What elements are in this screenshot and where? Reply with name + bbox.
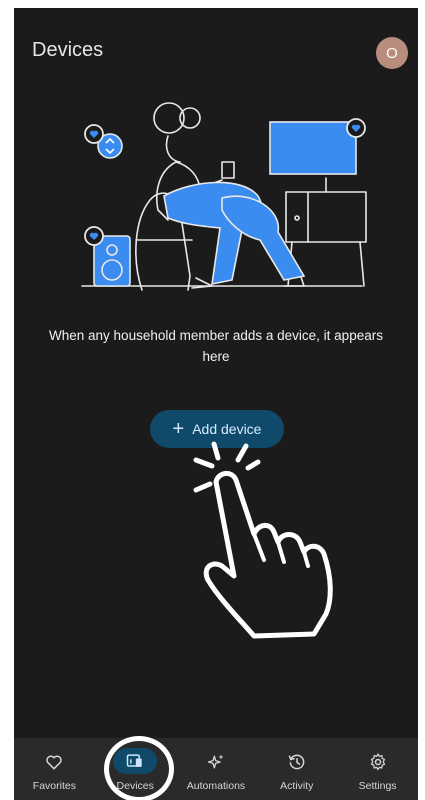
add-device-button[interactable]: + Add device [150, 410, 284, 448]
nav-label: Activity [280, 780, 314, 792]
nav-label: Favorites [32, 780, 76, 792]
nav-item-settings[interactable]: Settings [337, 738, 418, 800]
plus-icon: + [172, 418, 185, 440]
bottom-navigation: Favorites Devices Automations Activity S… [14, 738, 418, 800]
nav-label: Devices [116, 780, 154, 792]
history-icon [288, 754, 305, 770]
nav-item-activity[interactable]: Activity [256, 738, 337, 800]
nav-label: Settings [358, 780, 397, 792]
gear-icon [370, 753, 385, 771]
avatar[interactable]: O [376, 37, 408, 69]
heart-icon [46, 755, 63, 770]
empty-state-illustration [81, 102, 367, 291]
nav-item-devices[interactable]: Devices [95, 738, 176, 800]
nav-item-automations[interactable]: Automations [176, 738, 257, 800]
app-screen: Devices O When any household member adds… [14, 8, 418, 800]
active-indicator [113, 748, 158, 774]
add-device-label: Add device [192, 421, 262, 437]
nav-label: Automations [186, 780, 246, 792]
nav-item-favorites[interactable]: Favorites [14, 738, 95, 800]
sparkle-icon [207, 754, 224, 769]
devices-icon [126, 754, 142, 767]
empty-state-message: When any household member adds a device,… [49, 328, 383, 364]
page-title: Devices [32, 39, 104, 61]
pointing-hand-icon [193, 441, 333, 639]
